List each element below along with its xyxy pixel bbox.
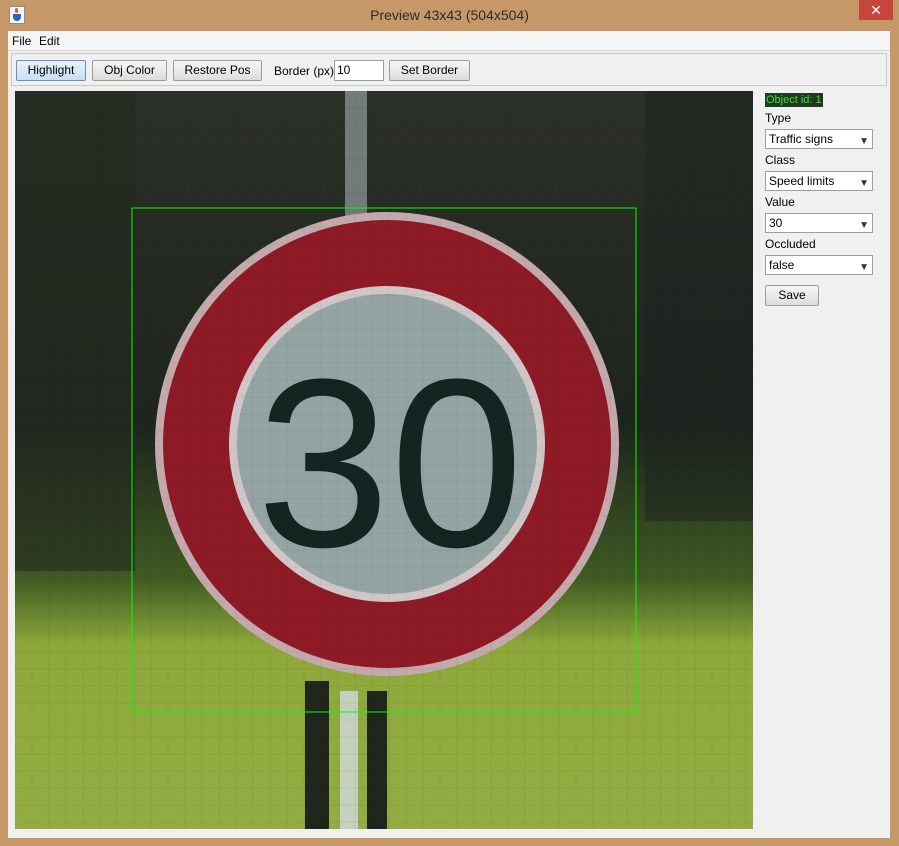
chevron-down-icon: ▼ <box>859 178 869 189</box>
class-label: Class <box>765 153 796 167</box>
chevron-down-icon: ▼ <box>859 136 869 147</box>
obj-color-button[interactable]: Obj Color <box>92 60 167 81</box>
save-button[interactable]: Save <box>765 285 819 306</box>
highlight-button[interactable]: Highlight <box>16 60 86 81</box>
occluded-select[interactable]: false ▼ <box>765 255 873 275</box>
value-selected-value: 30 <box>769 216 783 230</box>
occluded-label: Occluded <box>765 237 816 251</box>
client-area: File Edit Highlight Obj Color Restore Po… <box>8 31 890 838</box>
close-button[interactable]: ✕ <box>859 0 893 20</box>
image-preview[interactable]: 30 <box>15 91 753 829</box>
border-label: Border (px) <box>274 64 335 78</box>
window-title: Preview 43x43 (504x504) <box>370 7 529 23</box>
properties-panel: Object id: 1 Type Traffic signs ▼ Class … <box>763 91 890 391</box>
type-selected-value: Traffic signs <box>769 132 834 146</box>
border-input[interactable]: 10 <box>334 60 384 81</box>
title-bar[interactable]: Preview 43x43 (504x504) ✕ <box>0 0 899 31</box>
chevron-down-icon: ▼ <box>859 220 869 231</box>
object-id-label: Object id: 1 <box>765 93 823 107</box>
set-border-button[interactable]: Set Border <box>389 60 470 81</box>
type-label: Type <box>765 111 792 125</box>
menu-bar: File Edit <box>8 31 890 51</box>
class-select[interactable]: Speed limits ▼ <box>765 171 873 191</box>
menu-file[interactable]: File <box>12 34 31 48</box>
preview-image: 30 <box>15 91 753 829</box>
toolbar: Highlight Obj Color Restore Pos Border (… <box>11 53 887 86</box>
class-selected-value: Speed limits <box>769 174 835 188</box>
type-select[interactable]: Traffic signs ▼ <box>765 129 873 149</box>
occluded-selected-value: false <box>769 258 795 272</box>
restore-pos-button[interactable]: Restore Pos <box>173 60 262 81</box>
value-label: Value <box>765 195 795 209</box>
menu-edit[interactable]: Edit <box>39 34 60 48</box>
value-select[interactable]: 30 ▼ <box>765 213 873 233</box>
app-window: Preview 43x43 (504x504) ✕ File Edit High… <box>0 0 899 846</box>
chevron-down-icon: ▼ <box>859 262 869 273</box>
